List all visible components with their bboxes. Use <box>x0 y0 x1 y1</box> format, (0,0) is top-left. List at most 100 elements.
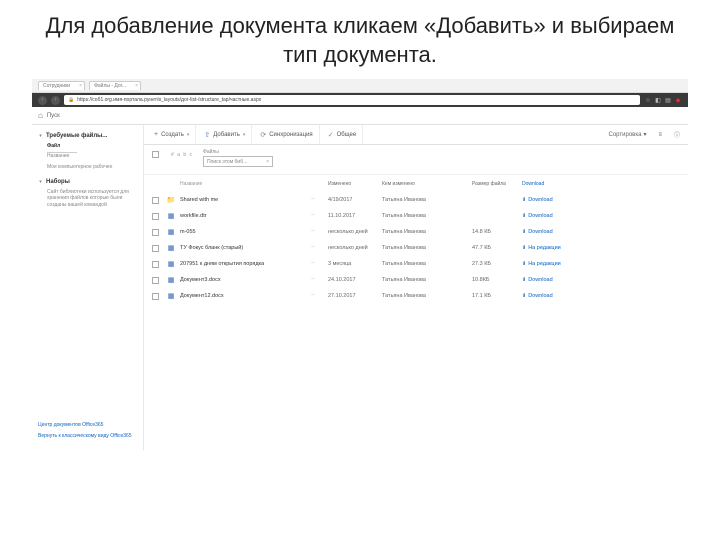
download-link[interactable]: ⬇Download <box>522 293 582 299</box>
download-link[interactable]: ⬇Download <box>522 277 582 283</box>
upload-icon: ⇧ <box>204 131 210 139</box>
row-checkbox[interactable] <box>152 261 159 268</box>
generic-icon[interactable]: ◧ <box>654 96 662 104</box>
more-icon[interactable]: ⋯ <box>310 293 328 299</box>
sidebar-sub-file[interactable]: Файл <box>47 143 77 153</box>
link-doc-center[interactable]: Центр документов Office365 <box>38 422 132 429</box>
more-icon[interactable]: ⋯ <box>310 197 328 203</box>
more-icon[interactable]: ⋯ <box>310 261 328 267</box>
file-size: 14.8 КБ <box>472 229 522 235</box>
sidebar-item-recent[interactable]: ▾ Требуемые файлы... <box>38 133 137 139</box>
download-link[interactable]: ⬇Download <box>522 229 582 235</box>
file-size: 17.1 КБ <box>472 293 522 299</box>
browser-tab-2[interactable]: Файлы - Дог... × <box>89 81 141 90</box>
row-checkbox[interactable] <box>152 197 159 204</box>
url-field[interactable]: 🔒 https://соб1.org.имя-портала.рунет/в_l… <box>64 95 640 105</box>
download-link[interactable]: ⬇На редакции <box>522 261 582 267</box>
table-row[interactable]: 📁Shared with me⋯4/19/2017Татьяна Иванова… <box>152 192 680 208</box>
file-name[interactable]: 207951 к дням открытия порядка <box>180 261 310 267</box>
table-row[interactable]: ▦Документ12.docx⋯27.10.2017Татьяна Ивано… <box>152 288 680 304</box>
extension-icon[interactable]: ◆ <box>674 96 682 104</box>
plus-icon: + <box>154 131 158 138</box>
search-input[interactable]: Поиск этом биб... × <box>203 156 273 167</box>
row-checkbox[interactable] <box>152 229 159 236</box>
sidebar-sub-name[interactable]: Название <box>47 153 137 160</box>
col-download[interactable]: Download <box>522 181 582 187</box>
new-button[interactable]: +Создать ▾ <box>148 125 196 144</box>
generic-icon[interactable]: ▤ <box>664 96 672 104</box>
forward-icon[interactable]: › <box>51 96 60 105</box>
view-toggle[interactable]: ≡ <box>654 130 666 140</box>
search-placeholder: Поиск этом биб... <box>207 159 247 165</box>
download-icon: ⬇ <box>522 277 526 283</box>
more-icon[interactable]: ⋯ <box>310 213 328 219</box>
star-icon[interactable]: ☆ <box>644 96 652 104</box>
close-icon[interactable]: × <box>79 83 82 89</box>
file-name[interactable]: Документ3.docx <box>180 277 310 283</box>
more-icon[interactable]: ⋯ <box>310 277 328 283</box>
table-header: Название Изменено Кем изменено Размер фа… <box>152 177 680 192</box>
filter-label: Файлы <box>203 149 273 155</box>
file-modified-by: Татьяна Иванова <box>382 197 472 203</box>
sub-toolbar: # a b c Файлы Поиск этом биб... × <box>144 145 688 175</box>
file-name[interactable]: workfile.dtr <box>180 213 310 219</box>
share-button[interactable]: ✓Общее <box>322 125 364 144</box>
chevron-down-icon: ▾ <box>38 133 43 139</box>
clear-icon[interactable]: × <box>266 159 269 165</box>
download-icon: ⬇ <box>522 229 526 235</box>
file-name[interactable]: Документ12.docx <box>180 293 310 299</box>
lock-icon: 🔒 <box>68 97 74 103</box>
file-name[interactable]: m-055 <box>180 229 310 235</box>
row-checkbox[interactable] <box>152 213 159 220</box>
sidebar-item-sets[interactable]: ▾ Наборы <box>38 179 137 185</box>
file-date: 11.10.2017 <box>328 213 382 219</box>
file-icon: ▦ <box>166 227 176 237</box>
table-row[interactable]: ▦m-055⋯несколько днейТатьяна Иванова14.8… <box>152 224 680 240</box>
col-date[interactable]: Изменено <box>328 181 382 187</box>
download-link[interactable]: ⬇Download <box>522 213 582 219</box>
row-checkbox[interactable] <box>152 245 159 252</box>
table-row[interactable]: ▦Документ3.docx⋯24.10.2017Татьяна Иванов… <box>152 272 680 288</box>
add-button[interactable]: ⇧Добавить ▾ <box>198 125 252 144</box>
table-row[interactable]: ▦workfile.dtr⋯11.10.2017Татьяна Иванова⬇… <box>152 208 680 224</box>
more-icon[interactable]: ⋯ <box>310 245 328 251</box>
file-size: 10.8КБ <box>472 277 522 283</box>
col-by[interactable]: Кем изменено <box>382 181 472 187</box>
home-label[interactable]: Пуск <box>47 113 60 119</box>
file-date: 3 месяца <box>328 261 382 267</box>
row-checkbox[interactable] <box>152 293 159 300</box>
file-modified-by: Татьяна Иванова <box>382 293 472 299</box>
back-icon[interactable]: ‹ <box>38 96 47 105</box>
file-size: 27.3 КБ <box>472 261 522 267</box>
sidebar-sub-workspace[interactable]: Мое компьютерное рабочее <box>47 164 137 171</box>
sync-button[interactable]: ⟳Синхронизация <box>254 125 319 144</box>
download-link[interactable]: ⬇Download <box>522 197 582 203</box>
file-name[interactable]: ТУ Фокус бланк (старый) <box>180 245 310 251</box>
chevron-down-icon: ▾ <box>38 179 43 185</box>
row-checkbox[interactable] <box>152 277 159 284</box>
browser-tab-1[interactable]: Сотрудники × <box>38 81 85 90</box>
sidebar-sub-desc: Сайт библиотеки используется для хранени… <box>47 189 137 209</box>
chevron-down-icon: ▾ <box>187 132 190 138</box>
link-classic-view[interactable]: Вернуть к классическому виду Office365 <box>38 433 132 440</box>
download-link[interactable]: ⬇На редакции <box>522 245 582 251</box>
sort-button[interactable]: Сортировка ▾ <box>605 129 651 140</box>
close-icon[interactable]: × <box>135 83 138 89</box>
col-size[interactable]: Размер файла <box>472 181 522 187</box>
alpha-filter[interactable]: # a b c <box>171 152 193 158</box>
table-row[interactable]: ▦207951 к дням открытия порядка⋯3 месяца… <box>152 256 680 272</box>
file-name[interactable]: Shared with me <box>180 197 310 203</box>
slide-title: Для добавление документа кликаем «Добави… <box>0 0 720 79</box>
info-icon[interactable]: ⓘ <box>670 128 684 141</box>
url-icons: ☆ ◧ ▤ ◆ <box>644 96 682 104</box>
more-icon[interactable]: ⋯ <box>310 229 328 235</box>
home-icon[interactable]: ⌂ <box>38 111 43 120</box>
select-all-checkbox[interactable] <box>152 151 159 158</box>
file-icon: 📁 <box>166 195 176 205</box>
file-modified-by: Татьяна Иванова <box>382 261 472 267</box>
col-name[interactable]: Название <box>180 181 310 187</box>
url-text: https://соб1.org.имя-портала.рунет/в_lay… <box>77 97 261 103</box>
file-modified-by: Татьяна Иванова <box>382 245 472 251</box>
file-size: 47.7 КБ <box>472 245 522 251</box>
table-row[interactable]: ▦ТУ Фокус бланк (старый)⋯несколько днейТ… <box>152 240 680 256</box>
